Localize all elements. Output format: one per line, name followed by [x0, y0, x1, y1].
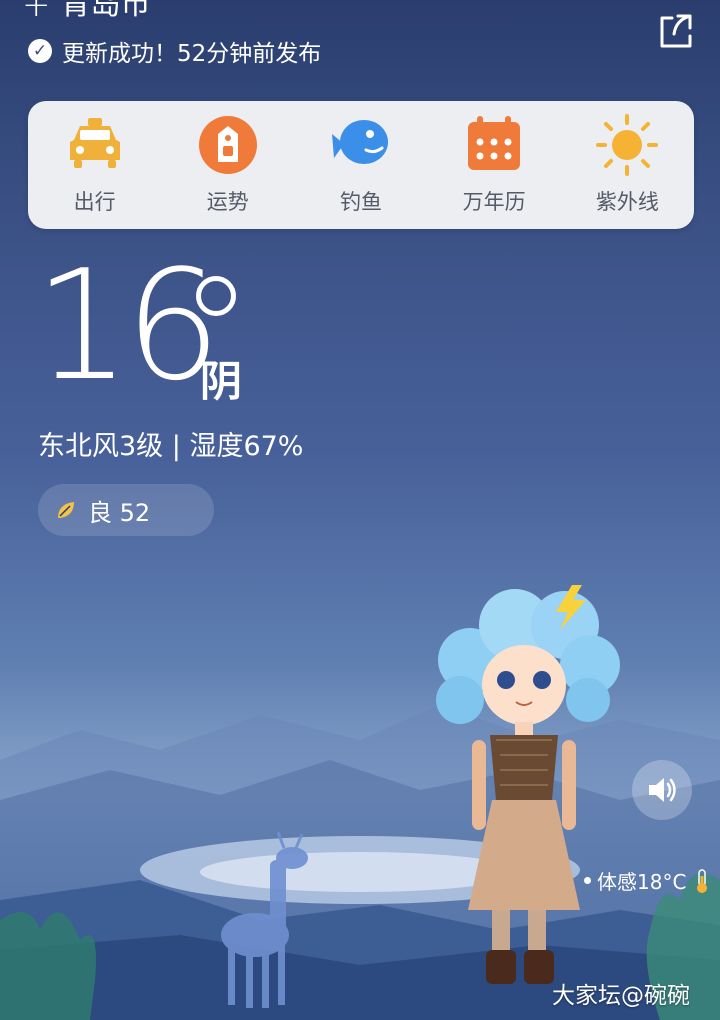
service-label: 万年历 — [462, 190, 526, 214]
sun-icon — [596, 114, 659, 176]
degree-symbol — [196, 276, 236, 316]
taxi-icon — [64, 114, 126, 176]
calendar-icon — [463, 114, 525, 176]
weather-condition: 阴 — [200, 357, 243, 406]
voice-broadcast-button[interactable] — [632, 760, 692, 820]
service-label: 出行 — [73, 190, 116, 214]
share-icon[interactable] — [656, 10, 696, 50]
services-card: 出行 运势 钓鱼 万年历 紫外线 — [28, 101, 694, 229]
update-status-text: 更新成功！52分钟前发布 — [62, 41, 322, 67]
service-calendar-button[interactable]: 万年历 — [439, 114, 549, 216]
service-travel-button[interactable]: 出行 — [40, 114, 150, 216]
leaf-icon — [58, 502, 74, 518]
location-header[interactable]: + 青岛市 — [22, 0, 151, 22]
fish-icon — [330, 114, 392, 176]
feels-like-text: 体感18°C — [597, 870, 687, 894]
feels-like: 体感18°C — [584, 866, 712, 895]
service-label: 运势 — [206, 190, 249, 214]
indicator-dot — [584, 877, 591, 884]
wind-humidity: 东北风3级 | 湿度67% — [38, 431, 304, 462]
service-uv-button[interactable]: 紫外线 — [572, 114, 682, 216]
check-icon: ✓ — [28, 39, 52, 63]
thermometer-icon — [697, 868, 708, 893]
service-label: 钓鱼 — [339, 190, 382, 214]
update-status: ✓ 更新成功！52分钟前发布 — [28, 34, 321, 68]
watermark: 大家坛@碗碗 — [552, 983, 690, 1009]
service-label: 紫外线 — [595, 190, 659, 214]
service-fishing-button[interactable]: 钓鱼 — [306, 114, 416, 216]
current-temperature: 16 — [34, 237, 221, 414]
city-name[interactable]: 青岛市 — [61, 0, 151, 20]
air-quality-text: 良 52 — [88, 498, 151, 527]
add-city-icon[interactable]: + — [22, 0, 51, 22]
service-fortune-button[interactable]: 运势 — [173, 114, 283, 216]
air-quality-badge[interactable]: 良 52 — [38, 484, 214, 536]
speaker-icon — [649, 778, 676, 802]
fortune-icon — [197, 114, 259, 176]
